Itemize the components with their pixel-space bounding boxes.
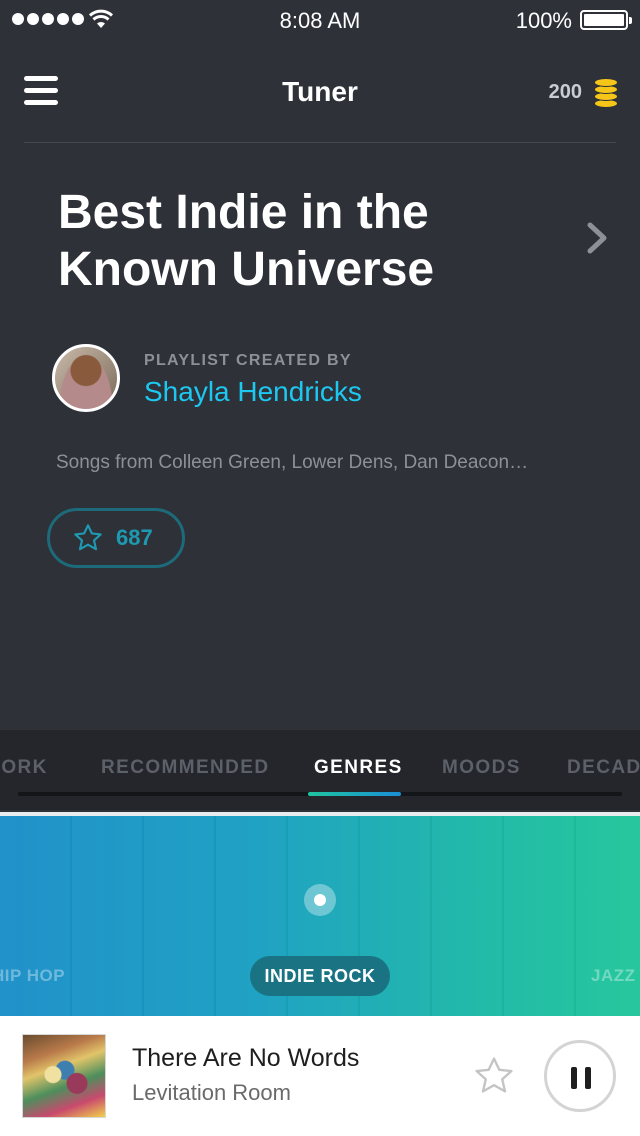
- favorite-button[interactable]: 687: [47, 508, 185, 568]
- creator-name-link[interactable]: Shayla Hendricks: [144, 376, 362, 408]
- category-tabs: WORK RECOMMENDED GENRES MOODS DECADES: [0, 730, 640, 810]
- tab-moods[interactable]: MOODS: [442, 757, 521, 779]
- favorite-count: 687: [116, 525, 153, 550]
- genre-position-marker[interactable]: [304, 884, 336, 916]
- app-title: Tuner: [282, 76, 358, 107]
- creator-avatar[interactable]: [52, 344, 120, 412]
- battery-percentage: 100%: [515, 8, 572, 33]
- tab-recommended[interactable]: RECOMMENDED: [101, 757, 269, 779]
- pause-button[interactable]: [544, 1040, 616, 1112]
- now-playing-bar[interactable]: There Are No Words Levitation Room: [0, 1016, 640, 1136]
- tab-genres[interactable]: GENRES: [314, 757, 403, 779]
- track-title: There Are No Words: [132, 1044, 360, 1072]
- star-icon[interactable]: [472, 1054, 516, 1098]
- genre-jazz[interactable]: JAZZ: [591, 966, 636, 986]
- nav-bar: Tuner 200: [0, 50, 640, 136]
- album-art[interactable]: [22, 1034, 106, 1118]
- coin-count: 200: [548, 80, 582, 103]
- chevron-right-icon[interactable]: [584, 222, 610, 254]
- coin-balance[interactable]: 200: [549, 76, 618, 108]
- tab-work[interactable]: WORK: [0, 757, 48, 779]
- battery-icon: [580, 10, 632, 30]
- playlist-title: Best Indie in the Known Universe: [58, 186, 435, 296]
- track-artist: Levitation Room: [132, 1080, 291, 1105]
- genre-selector[interactable]: HIP HOP INDIE ROCK JAZZ: [0, 812, 640, 1016]
- status-bar: 8:08 AM 100%: [0, 0, 640, 40]
- genre-hip-hop[interactable]: HIP HOP: [0, 966, 65, 986]
- playlist-description: Songs from Colleen Green, Lower Dens, Da…: [56, 452, 529, 473]
- active-tab-indicator: [308, 792, 401, 796]
- genre-indie-rock[interactable]: INDIE ROCK: [250, 956, 390, 996]
- created-by-label: PLAYLIST CREATED BY: [144, 352, 352, 369]
- star-icon: [74, 524, 102, 551]
- coin-stack-icon: [594, 76, 618, 108]
- header-divider: [24, 142, 616, 143]
- tab-decades[interactable]: DECADES: [567, 757, 640, 779]
